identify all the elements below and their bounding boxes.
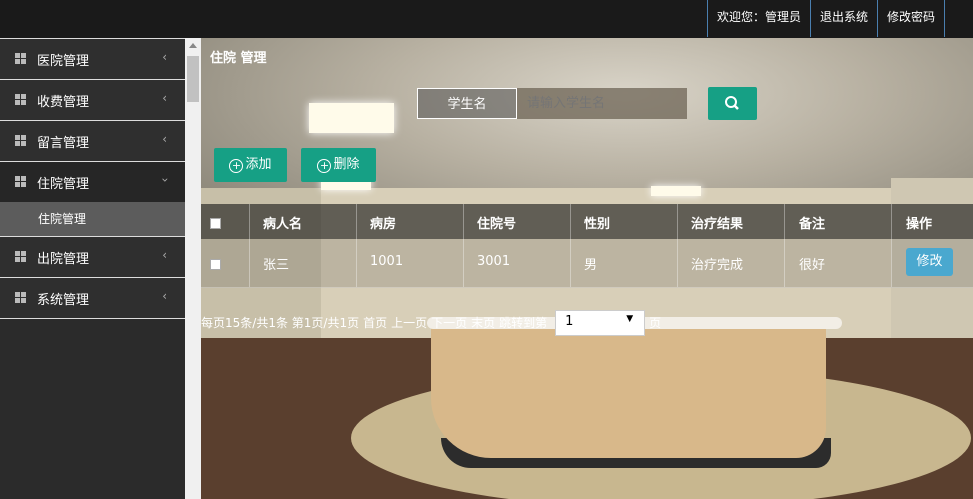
sidebar-subitem-label: 住院管理 (38, 212, 87, 226)
sidebar-item-inpatient[interactable]: 住院管理 ‹ (0, 161, 185, 202)
search-icon (725, 96, 739, 110)
sidebar: 医院管理 ‹ 收费管理 ‹ 留言管理 ‹ 住院管理 ‹ 住院管理 出院管理 ‹ … (0, 38, 185, 499)
delete-button-label: 删除 (333, 157, 360, 172)
column-divider (891, 204, 892, 287)
sidebar-item-label: 医院管理 (37, 54, 90, 69)
plus-circle-icon: + (317, 159, 332, 173)
cell-ward: 1001 (370, 254, 404, 269)
change-password-link[interactable]: 修改密码 (876, 0, 945, 37)
grid-icon (15, 53, 26, 64)
column-header: 治疗结果 (691, 217, 744, 232)
sidebar-item-label: 收费管理 (37, 95, 90, 110)
cell-note: 很好 (799, 258, 826, 273)
pager-last-link[interactable]: 末页 (471, 316, 495, 330)
sidebar-item-label: 系统管理 (37, 293, 90, 308)
column-header: 备注 (799, 217, 826, 232)
background-nurse-desk (431, 318, 826, 458)
pager-first-link[interactable]: 首页 (363, 316, 387, 330)
search-input[interactable] (517, 88, 687, 119)
column-header: 病人名 (263, 217, 303, 232)
page-jump-value: 1 (565, 314, 574, 329)
sidebar-scrollbar[interactable] (185, 38, 201, 499)
sidebar-item-system[interactable]: 系统管理 ‹ (0, 277, 185, 319)
top-nav: 欢迎您：管理员 退出系统 修改密码 (706, 0, 945, 38)
pager-jump-suffix: 页 (649, 315, 662, 330)
grid-icon (15, 292, 26, 303)
delete-button[interactable]: + 删除 (301, 148, 376, 182)
logout-link[interactable]: 退出系统 (809, 0, 877, 37)
column-header: 住院号 (477, 217, 517, 232)
plus-circle-icon: + (229, 159, 244, 173)
edit-button[interactable]: 修改 (906, 248, 953, 276)
cell-admission-no: 3001 (477, 254, 511, 269)
column-divider (356, 204, 357, 287)
column-divider (249, 204, 250, 287)
column-header: 病房 (370, 217, 397, 232)
column-header: 操作 (906, 217, 933, 232)
pager-summary: 每页15条/共1条 第1页/共1页 (201, 315, 360, 330)
ceiling-light (651, 186, 701, 196)
column-header: 性别 (584, 217, 611, 232)
grid-icon (15, 135, 26, 146)
select-all-checkbox[interactable] (210, 218, 221, 229)
pager-prev-link[interactable]: 上一页 (391, 316, 427, 330)
column-divider (784, 204, 785, 287)
sidebar-subitem-inpatient[interactable]: 住院管理 (0, 202, 185, 236)
row-checkbox[interactable] (210, 259, 221, 270)
sidebar-item-label: 出院管理 (37, 252, 90, 267)
main-content: 住院 管理 学生名 +添加 +删除 病人名 病房 住院号 性别 治疗结果 备注 … (201, 38, 973, 499)
sidebar-item-label: 住院管理 (37, 177, 90, 192)
search-label: 学生名 (417, 88, 517, 119)
column-divider (463, 204, 464, 287)
column-divider (677, 204, 678, 287)
scrollbar-thumb[interactable] (187, 56, 199, 102)
welcome-text: 欢迎您：管理员 (706, 0, 810, 37)
cell-gender: 男 (584, 258, 598, 273)
ceiling-light (309, 103, 394, 133)
scroll-up-icon[interactable] (189, 43, 197, 48)
column-divider (570, 204, 571, 287)
chevron-left-icon: ‹ (162, 132, 167, 146)
grid-icon (15, 94, 26, 105)
chevron-left-icon: ‹ (162, 91, 167, 105)
pager-jump-prefix: 跳转到第 (499, 315, 548, 330)
page-title: 住院 管理 (210, 51, 267, 66)
cell-result: 治疗完成 (691, 258, 744, 273)
page-jump-select[interactable]: 1 ▼ (555, 310, 646, 336)
sidebar-item-discharge[interactable]: 出院管理 ‹ (0, 236, 185, 277)
sidebar-item-billing[interactable]: 收费管理 ‹ (0, 79, 185, 120)
top-bar: 欢迎您：管理员 退出系统 修改密码 (0, 0, 973, 39)
table-row: 张三 1001 3001 男 治疗完成 很好 修改 (201, 239, 973, 288)
add-button-label: 添加 (245, 157, 272, 172)
table-header: 病人名 病房 住院号 性别 治疗结果 备注 操作 (201, 204, 973, 239)
grid-icon (15, 251, 26, 262)
search-button[interactable] (708, 87, 757, 120)
chevron-down-icon: ‹ (157, 177, 172, 183)
pagination: 每页15条/共1条 第1页/共1页 首页 上一页 下一页 末页 跳转到第 1 ▼ 页 (201, 310, 665, 336)
grid-icon (15, 176, 26, 187)
sidebar-item-label: 留言管理 (37, 136, 90, 151)
chevron-left-icon: ‹ (162, 248, 167, 262)
cell-patient-name: 张三 (263, 258, 290, 273)
add-button[interactable]: + 添加 (214, 148, 287, 182)
sidebar-item-hospital[interactable]: 医院管理 ‹ (0, 38, 185, 79)
chevron-left-icon: ‹ (162, 50, 167, 64)
dropdown-arrow-icon: ▼ (626, 314, 634, 324)
sidebar-item-messages[interactable]: 留言管理 ‹ (0, 120, 185, 161)
pager-next-link[interactable]: 下一页 (431, 316, 467, 330)
chevron-left-icon: ‹ (162, 289, 167, 303)
